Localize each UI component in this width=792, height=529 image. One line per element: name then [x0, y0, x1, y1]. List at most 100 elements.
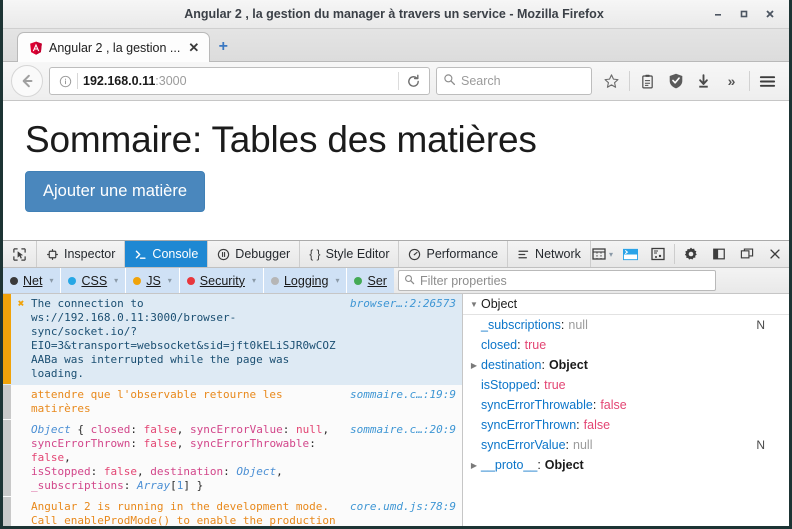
object-property-row[interactable]: _subscriptions: null N: [463, 315, 789, 335]
browser-tab[interactable]: Angular 2 , la gestion ... ✕: [17, 32, 211, 62]
object-property-row[interactable]: isStopped: true: [463, 375, 789, 395]
property-colon: :: [560, 318, 565, 332]
console-prompt-icon: [134, 248, 147, 261]
object-property-row[interactable]: ▶ destination: Object: [463, 355, 789, 375]
property-colon: :: [536, 378, 541, 392]
console-message-location[interactable]: browser…:2:26573: [344, 294, 462, 314]
properties-filter-input[interactable]: Filter properties: [397, 270, 716, 291]
property-name: __proto__: [481, 458, 538, 472]
chevron-down-icon-root[interactable]: ▼: [467, 300, 481, 309]
tab-network-label: Network: [535, 247, 581, 261]
property-name: syncErrorValue: [481, 438, 566, 452]
message-gutter: [3, 385, 11, 419]
overflow-chevron-icon[interactable]: »: [718, 66, 745, 96]
bookmark-star-icon[interactable]: [598, 66, 625, 96]
filter-js-label: JS: [146, 273, 161, 288]
close-devtools-icon[interactable]: [761, 241, 789, 267]
console-message-object[interactable]: Object { closed: false, syncErrorValue: …: [3, 420, 462, 497]
back-arrow-icon[interactable]: [11, 65, 43, 97]
filter-css[interactable]: CSS ▾: [61, 268, 127, 293]
properties-filter-container: Filter properties: [393, 268, 720, 293]
add-matiere-button[interactable]: Ajouter une matière: [25, 171, 205, 212]
network-icon: [517, 248, 530, 261]
search-bar[interactable]: Search: [436, 67, 592, 95]
search-icon-2: [404, 274, 415, 288]
tab-debugger[interactable]: Debugger: [208, 241, 301, 267]
settings-gear-icon[interactable]: [677, 241, 705, 267]
console-message-log[interactable]: attendre que l'observable retourne les m…: [3, 385, 462, 420]
shield-icon[interactable]: [662, 66, 689, 96]
chevron-down-icon-4[interactable]: ▾: [252, 276, 256, 285]
maximize-button[interactable]: [731, 1, 757, 27]
filter-server[interactable]: Ser: [347, 268, 394, 293]
reader-list-icon[interactable]: [634, 66, 661, 96]
log-icon: [11, 385, 31, 388]
chevron-right-icon[interactable]: ▶: [467, 361, 481, 370]
screenshot-icon[interactable]: [644, 241, 672, 267]
hamburger-menu-icon[interactable]: [754, 66, 781, 96]
info-icon[interactable]: [54, 75, 76, 88]
element-picker-icon[interactable]: [3, 241, 37, 267]
inspector-icon: [46, 248, 59, 261]
chevron-down-icon-2[interactable]: ▾: [114, 276, 118, 285]
filter-logging[interactable]: Logging ▾: [263, 268, 348, 293]
object-property-row[interactable]: ▶ __proto__: Object: [463, 455, 789, 475]
property-name: destination: [481, 358, 542, 372]
console-message-location[interactable]: core.umd.js:78:9: [344, 497, 462, 517]
filter-security[interactable]: Security ▾: [179, 268, 264, 293]
logging-dot-icon: [270, 276, 279, 285]
new-tab-button[interactable]: +: [210, 33, 236, 61]
filter-net[interactable]: Net ▾: [3, 268, 62, 293]
console-message-location[interactable]: sommaire.c…:20:9: [344, 420, 462, 440]
tab-inspector-label: Inspector: [64, 247, 116, 261]
object-property-row[interactable]: closed: true: [463, 335, 789, 355]
tab-network[interactable]: Network: [508, 241, 591, 267]
minimize-button[interactable]: [705, 1, 731, 27]
chevron-down-icon-5[interactable]: ▾: [335, 276, 339, 285]
url-text: 192.168.0.11:3000: [83, 74, 396, 88]
object-inspector-root[interactable]: ▼ Object: [463, 294, 789, 315]
url-separator: [77, 73, 78, 89]
console-message-location[interactable]: sommaire.c…:19:9: [344, 385, 462, 405]
property-colon: :: [592, 398, 597, 412]
filter-js[interactable]: JS ▾: [126, 268, 180, 293]
console-output[interactable]: ✖ The connection to ws://192.168.0.11:30…: [3, 294, 463, 526]
tab-performance[interactable]: Performance: [399, 241, 509, 267]
devtools-toolbar-buttons: ▾: [588, 241, 789, 267]
responsive-design-mode-icon[interactable]: ▾: [588, 241, 616, 267]
log-icon-2: [11, 497, 31, 500]
devtools-body: ✖ The connection to ws://192.168.0.11:30…: [3, 294, 789, 526]
property-value: null: [568, 318, 588, 332]
css-dot-icon: [68, 276, 77, 285]
object-property-row[interactable]: syncErrorThrowable: false: [463, 395, 789, 415]
object-property-row[interactable]: syncErrorThrown: false: [463, 415, 789, 435]
tab-style-editor[interactable]: { } Style Editor: [300, 241, 400, 267]
tab-inspector[interactable]: Inspector: [37, 241, 126, 267]
server-dot-icon: [354, 276, 363, 285]
window-title: Angular 2 , la gestion du manager à trav…: [184, 7, 604, 21]
url-host: 192.168.0.11: [83, 74, 156, 88]
close-button[interactable]: [757, 1, 783, 27]
chevron-down-icon[interactable]: ▾: [49, 276, 53, 285]
dock-window-icon[interactable]: [733, 241, 761, 267]
angular-icon: [28, 40, 43, 55]
object-inspector-panel[interactable]: ▼ Object _subscriptions: null N closed: …: [463, 294, 789, 526]
console-message-error[interactable]: ✖ The connection to ws://192.168.0.11:30…: [3, 294, 462, 385]
page-content: Sommaire: Tables des matières Ajouter un…: [3, 101, 789, 240]
object-property-row[interactable]: syncErrorValue: null N: [463, 435, 789, 455]
tab-close-icon[interactable]: ✕: [186, 41, 201, 54]
chevron-down-icon-3[interactable]: ▾: [168, 276, 172, 285]
tab-console[interactable]: Console: [125, 241, 209, 267]
console-message-log-2[interactable]: Angular 2 is running in the development …: [3, 497, 462, 526]
reload-icon[interactable]: [401, 74, 425, 89]
object-icon: [11, 420, 31, 423]
chevron-right-icon-2[interactable]: ▶: [467, 461, 481, 470]
performance-icon: [408, 248, 421, 261]
split-console-icon[interactable]: [616, 241, 644, 267]
devtools-panel: Inspector Console Debugger { } Style Edi…: [3, 240, 789, 526]
property-colon: :: [537, 458, 541, 472]
url-bar[interactable]: 192.168.0.11:3000: [49, 67, 430, 95]
object-root-label: Object: [481, 297, 518, 311]
dock-bottom-icon[interactable]: [705, 241, 733, 267]
downloads-icon[interactable]: [690, 66, 717, 96]
